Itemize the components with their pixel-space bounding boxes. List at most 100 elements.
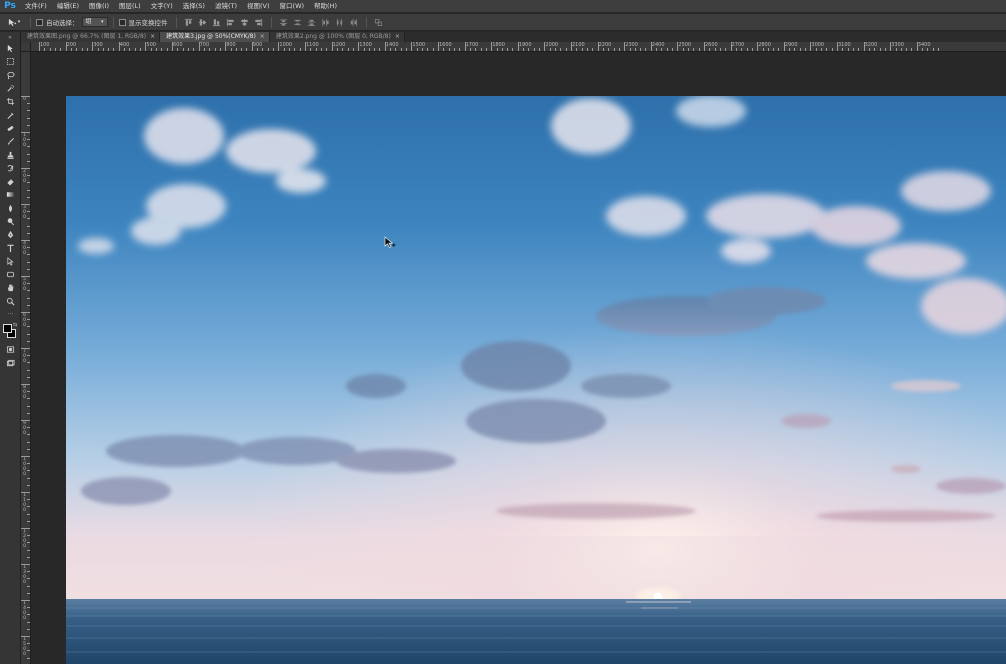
tool-brush[interactable] <box>0 135 21 148</box>
ruler-origin[interactable] <box>21 42 31 52</box>
ruler-tick <box>358 42 360 51</box>
menu-filter[interactable]: 滤镜(T) <box>210 0 242 13</box>
tool-clone-stamp[interactable] <box>0 148 21 161</box>
toolbox-collapse-icon[interactable]: » <box>0 32 20 42</box>
document-tab[interactable]: 建筑效果2.png @ 100% (图层 0, RGB/8) × <box>269 32 405 42</box>
close-icon[interactable]: × <box>150 32 155 42</box>
distribute-hcenter-icon <box>336 18 343 26</box>
menu-window[interactable]: 窗口(W) <box>275 0 310 13</box>
document-tab-active[interactable]: 建筑效果3.jpg @ 50%(CMYK/8) × <box>160 32 270 42</box>
tool-healing-brush[interactable] <box>0 122 21 135</box>
align-top-edges-button[interactable] <box>184 17 194 27</box>
ruler-tick <box>27 607 30 609</box>
auto-select-checkbox[interactable] <box>36 18 43 26</box>
ruler-tick <box>27 290 30 292</box>
tool-lasso[interactable] <box>0 69 21 82</box>
tool-path-select[interactable] <box>0 255 21 268</box>
ruler-tick <box>27 412 30 414</box>
ruler-tick <box>528 48 530 51</box>
auto-align-layers-button[interactable] <box>374 17 384 27</box>
menu-image[interactable]: 图像(I) <box>84 0 114 13</box>
menu-layer[interactable]: 图层(L) <box>114 0 146 13</box>
ruler-tick <box>868 48 870 51</box>
pen-tool-icon <box>7 231 14 239</box>
gradient-tool-icon <box>6 192 15 198</box>
toolbox: » ··· ⇆ <box>0 32 21 664</box>
ruler-tick <box>805 48 807 51</box>
ruler-tick <box>342 48 344 51</box>
menu-help[interactable]: 帮助(H) <box>309 0 342 13</box>
distribute-left-button[interactable] <box>321 17 331 27</box>
close-icon[interactable]: × <box>395 32 400 42</box>
menu-view[interactable]: 视图(V) <box>242 0 275 13</box>
canvas-area[interactable] <box>31 52 1006 664</box>
tool-marquee[interactable] <box>0 55 21 68</box>
ruler-tick-label: 1400 <box>385 42 399 48</box>
tool-pen[interactable] <box>0 228 21 241</box>
horizontal-ruler[interactable]: 100 200 300 400 500 600 700 800 900 1000 1100 1200 1… <box>21 42 1006 52</box>
tool-eyedropper[interactable] <box>0 108 21 121</box>
tool-crop[interactable] <box>0 95 21 108</box>
menu-type[interactable]: 文字(Y) <box>146 0 178 13</box>
align-left-edges-button[interactable] <box>226 17 236 27</box>
ruler-tick <box>837 42 838 51</box>
align-right-icon <box>255 18 263 26</box>
ruler-tick <box>161 48 163 51</box>
tool-gradient[interactable] <box>0 188 21 201</box>
vertical-ruler[interactable]: 01 0 02 0 03 0 04 0 05 0 06 0 07 0 08 0 … <box>21 52 31 664</box>
ruler-tick <box>156 48 158 51</box>
ruler-tick-label: 1500 <box>412 42 426 48</box>
menu-edit[interactable]: 编辑(E) <box>52 0 84 13</box>
tool-dodge[interactable] <box>0 215 21 228</box>
tool-zoom[interactable] <box>0 295 21 308</box>
distribute-bottom-icon <box>307 19 316 26</box>
distribute-right-button[interactable] <box>349 17 359 27</box>
tool-eraser[interactable] <box>0 175 21 188</box>
tool-quick-select[interactable] <box>0 82 21 95</box>
tool-hand[interactable] <box>0 281 21 294</box>
align-bottom-edges-button[interactable] <box>212 17 222 27</box>
foreground-color-swatch[interactable] <box>3 324 12 334</box>
ruler-tick-label: 1 5 0 0 <box>23 637 26 657</box>
tool-history-brush[interactable] <box>0 162 21 175</box>
show-transform-checkbox[interactable] <box>118 18 126 26</box>
ruler-tick <box>672 48 674 51</box>
ruler-tick <box>203 48 205 51</box>
ruler-tick <box>27 571 30 573</box>
ruler-tick <box>374 48 376 51</box>
ruler-tick <box>27 117 30 119</box>
distribute-hcenter-button[interactable] <box>335 17 345 27</box>
ruler-tick <box>278 42 280 51</box>
ruler-tick <box>874 48 876 51</box>
ruler-tick <box>810 42 812 51</box>
close-icon[interactable]: × <box>260 32 265 42</box>
tool-move[interactable] <box>0 42 21 55</box>
dodge-tool-icon <box>7 218 15 226</box>
align-horizontal-centers-button[interactable] <box>240 17 250 27</box>
align-vertical-centers-button[interactable] <box>198 17 208 27</box>
tool-more[interactable]: ··· <box>0 308 21 321</box>
menu-file[interactable]: 文件(F) <box>20 0 52 13</box>
tool-blur[interactable] <box>0 202 21 215</box>
tool-shape[interactable] <box>0 268 21 281</box>
document-image[interactable] <box>66 96 1006 664</box>
screen-mode-button[interactable] <box>0 357 21 370</box>
distribute-top-button[interactable] <box>279 17 289 27</box>
tool-preset-picker[interactable]: ▾ <box>3 16 25 29</box>
quick-mask-button[interactable] <box>0 343 21 356</box>
ruler-tick <box>214 48 216 51</box>
document-tab[interactable]: 建筑效果图.png @ 66.7% (图层 1, RGB/8) × <box>21 32 161 42</box>
align-right-edges-button[interactable] <box>254 17 264 27</box>
ruler-tick <box>491 42 493 51</box>
distribute-bottom-button[interactable] <box>307 17 317 27</box>
swap-colors-icon[interactable]: ⇆ <box>13 322 17 328</box>
ruler-tick <box>315 48 317 51</box>
ruler-tick <box>193 48 195 51</box>
ruler-tick-label: 1 0 0 0 <box>23 457 26 477</box>
distribute-vcenter-button[interactable] <box>293 17 303 27</box>
menu-select[interactable]: 选择(S) <box>178 0 210 13</box>
auto-select-dropdown[interactable]: 组 ▾ <box>81 17 108 27</box>
tool-type[interactable] <box>0 241 21 254</box>
lasso-tool-icon <box>7 71 15 80</box>
ruler-tick <box>650 42 652 51</box>
